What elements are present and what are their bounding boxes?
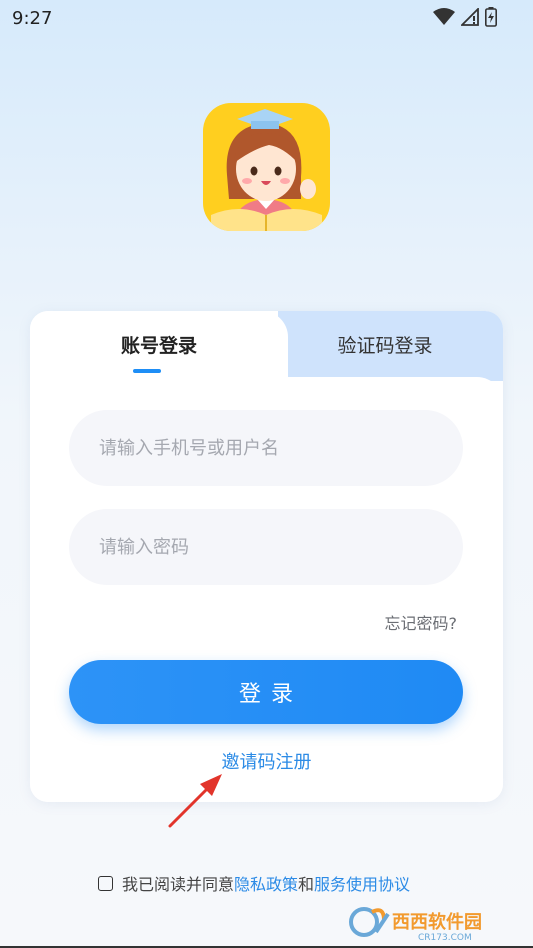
red-arrow-annotation-icon: [168, 774, 222, 828]
battery-icon: [485, 7, 497, 27]
agreement-prefix: 我已阅读并同意: [122, 875, 235, 894]
watermark-subtext: CR173.COM: [418, 933, 472, 942]
service-agreement-link[interactable]: 服务使用协议: [314, 871, 410, 895]
watermark-cr-icon: 西西软件园 CR173.COM: [349, 907, 482, 943]
status-bar: 9:27: [0, 0, 533, 36]
watermark-logo: 西西软件园 CR173.COM: [348, 902, 518, 943]
tab-code-login[interactable]: 验证码登录: [330, 331, 440, 361]
app-logo: [203, 103, 330, 231]
tab-account-login[interactable]: 账号登录: [106, 331, 212, 361]
wifi-icon: [433, 8, 455, 25]
status-time: 9:27: [12, 8, 53, 29]
agreement-and: 和: [298, 875, 315, 894]
privacy-policy-link[interactable]: 隐私政策: [234, 871, 298, 895]
login-button[interactable]: 登录: [69, 660, 463, 724]
login-card: 账号登录 验证码登录 忘记密码? 登录 邀请码注册: [30, 311, 503, 802]
forgot-password-link[interactable]: 忘记密码?: [385, 610, 458, 634]
invite-code-register-link[interactable]: 邀请码注册: [30, 748, 503, 774]
agreement-row: 我已阅读并同意 隐私政策 和 服务使用协议: [98, 871, 410, 895]
agreement-checkbox[interactable]: [98, 875, 113, 891]
watermark-text: 西西软件园: [392, 911, 482, 933]
teacher-girl-logo-icon: [203, 103, 330, 231]
signal-icon: [461, 8, 479, 26]
password-input[interactable]: [69, 509, 463, 585]
status-icons: [433, 7, 497, 27]
phone-username-input[interactable]: [69, 410, 463, 486]
active-tab-indicator: [133, 369, 161, 373]
